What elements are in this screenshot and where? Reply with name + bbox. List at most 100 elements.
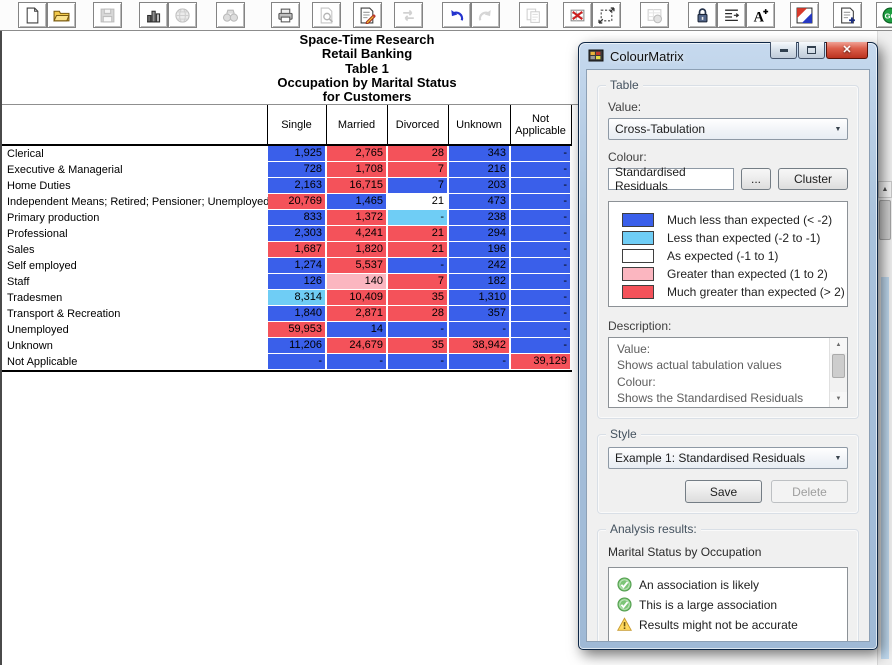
open-file-button[interactable]: [47, 2, 76, 28]
table-cell[interactable]: 35: [388, 290, 447, 305]
table-cell[interactable]: 357: [449, 306, 509, 321]
table-cell[interactable]: 473: [449, 194, 509, 209]
table-cell[interactable]: 728: [268, 162, 325, 177]
table-cell[interactable]: 182: [449, 274, 509, 289]
table-cell[interactable]: 28: [388, 146, 447, 161]
scrollbar-track[interactable]: [881, 277, 889, 659]
row-label[interactable]: Executive & Managerial: [7, 162, 123, 178]
row-label[interactable]: Clerical: [7, 146, 44, 162]
cluster-button[interactable]: Cluster: [778, 168, 848, 190]
lock-table-button[interactable]: [688, 2, 717, 28]
column-header-single[interactable]: Single: [268, 106, 325, 144]
row-label[interactable]: Professional: [7, 226, 68, 242]
table-cell[interactable]: -: [511, 290, 570, 305]
table-cell[interactable]: -: [511, 322, 570, 337]
table-cell[interactable]: 21: [388, 226, 447, 241]
table-cell[interactable]: 126: [268, 274, 325, 289]
table-cell[interactable]: 196: [449, 242, 509, 257]
row-label[interactable]: Unemployed: [7, 322, 69, 338]
table-cell[interactable]: 16,715: [327, 178, 386, 193]
table-cell[interactable]: -: [449, 322, 509, 337]
table-cell[interactable]: -: [388, 354, 447, 369]
table-cell[interactable]: 24,679: [327, 338, 386, 353]
table-cell[interactable]: 140: [327, 274, 386, 289]
table-cell[interactable]: 35: [388, 338, 447, 353]
table-cell[interactable]: 833: [268, 210, 325, 225]
table-cell[interactable]: 5,537: [327, 258, 386, 273]
scroll-down-icon[interactable]: ▼: [830, 392, 847, 407]
scrollbar-up-icon[interactable]: ▲: [878, 181, 892, 198]
table-cell[interactable]: 28: [388, 306, 447, 321]
column-header-divorced[interactable]: Divorced: [388, 106, 447, 144]
row-label[interactable]: Home Duties: [7, 178, 71, 194]
scroll-up-icon[interactable]: ▲: [830, 338, 847, 353]
browse-button[interactable]: ...: [741, 168, 771, 190]
table-cell[interactable]: -: [511, 338, 570, 353]
row-label[interactable]: Transport & Recreation: [7, 306, 120, 322]
table-cell[interactable]: -: [388, 322, 447, 337]
row-label[interactable]: Staff: [7, 274, 29, 290]
table-cell[interactable]: 1,310: [449, 290, 509, 305]
table-cell[interactable]: 1,840: [268, 306, 325, 321]
go-button[interactable]: GO: [876, 2, 892, 28]
table-cell[interactable]: 11,206: [268, 338, 325, 353]
table-cell[interactable]: 7: [388, 178, 447, 193]
table-cell[interactable]: 1,274: [268, 258, 325, 273]
table-cell[interactable]: 2,765: [327, 146, 386, 161]
table-cell[interactable]: 1,372: [327, 210, 386, 225]
table-cell[interactable]: 203: [449, 178, 509, 193]
print-button[interactable]: [271, 2, 300, 28]
chart-view-button[interactable]: [139, 2, 168, 28]
table-cell[interactable]: 7: [388, 274, 447, 289]
table-cell[interactable]: 21: [388, 242, 447, 257]
maximize-button[interactable]: [798, 42, 825, 59]
table-cell[interactable]: -: [511, 178, 570, 193]
table-cell[interactable]: 59,953: [268, 322, 325, 337]
table-cell[interactable]: 216: [449, 162, 509, 177]
new-document-button[interactable]: [18, 2, 47, 28]
table-cell[interactable]: -: [511, 226, 570, 241]
table-cell[interactable]: 8,314: [268, 290, 325, 305]
table-cell[interactable]: -: [511, 146, 570, 161]
column-header-married[interactable]: Married: [327, 106, 386, 144]
table-cell[interactable]: 343: [449, 146, 509, 161]
row-label[interactable]: Self employed: [7, 258, 77, 274]
undo-button[interactable]: [442, 2, 471, 28]
table-cell[interactable]: -: [511, 274, 570, 289]
table-cell[interactable]: -: [511, 194, 570, 209]
resize-table-button[interactable]: [592, 2, 621, 28]
table-cell[interactable]: -: [268, 354, 325, 369]
column-header-not-applicable[interactable]: Not Applicable: [511, 106, 570, 144]
description-scroll-thumb[interactable]: [832, 354, 845, 378]
style-dropdown[interactable]: Example 1: Standardised Residuals ▼: [608, 447, 848, 469]
table-cell[interactable]: -: [511, 306, 570, 321]
table-cell[interactable]: -: [449, 354, 509, 369]
table-cell[interactable]: 21: [388, 194, 447, 209]
font-size-button[interactable]: A: [746, 2, 775, 28]
table-cell[interactable]: -: [511, 210, 570, 225]
minimize-button[interactable]: [770, 42, 797, 59]
table-cell[interactable]: 2,163: [268, 178, 325, 193]
table-cell[interactable]: -: [388, 258, 447, 273]
table-cell[interactable]: -: [388, 210, 447, 225]
table-cell[interactable]: 294: [449, 226, 509, 241]
scrollbar-thumb[interactable]: [879, 200, 891, 240]
table-cell[interactable]: 2,303: [268, 226, 325, 241]
table-cell[interactable]: -: [327, 354, 386, 369]
row-label[interactable]: Primary production: [7, 210, 99, 226]
table-cell[interactable]: 38,942: [449, 338, 509, 353]
row-label[interactable]: Not Applicable: [7, 354, 77, 370]
table-cell[interactable]: 1,925: [268, 146, 325, 161]
value-dropdown[interactable]: Cross-Tabulation ▼: [608, 118, 848, 140]
table-cell[interactable]: 1,708: [327, 162, 386, 177]
row-label[interactable]: Sales: [7, 242, 35, 258]
table-cell[interactable]: -: [511, 258, 570, 273]
table-cell[interactable]: 10,409: [327, 290, 386, 305]
table-cell[interactable]: 39,129: [511, 354, 570, 369]
format-values-button[interactable]: [717, 2, 746, 28]
row-label[interactable]: Unknown: [7, 338, 53, 354]
table-cell[interactable]: 14: [327, 322, 386, 337]
table-cell[interactable]: -: [511, 242, 570, 257]
new-summary-button[interactable]: [833, 2, 862, 28]
save-button[interactable]: Save: [685, 480, 762, 503]
